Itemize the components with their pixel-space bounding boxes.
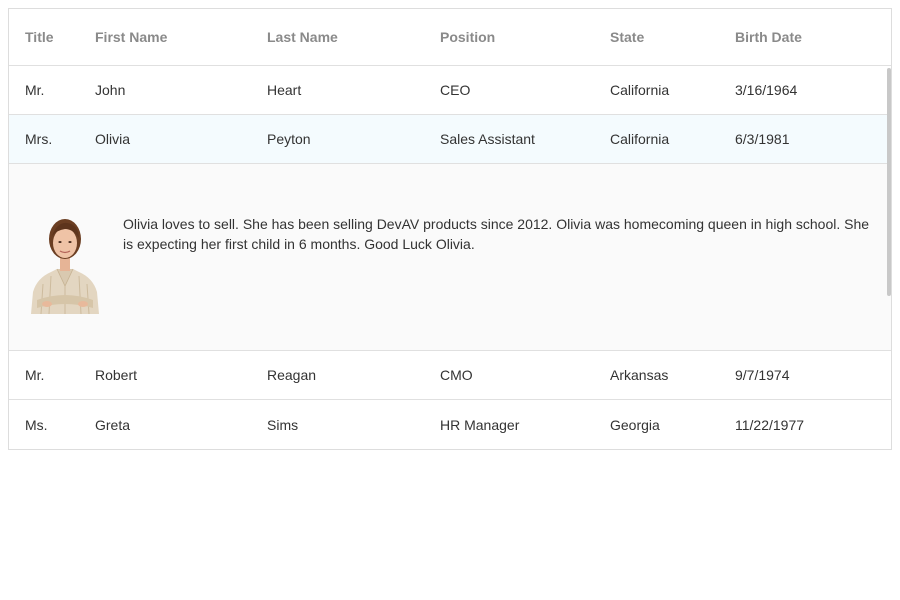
column-header-position[interactable]: Position [440,9,495,65]
employee-photo [27,214,103,314]
cell-position: CMO [440,367,473,383]
cell-title: Mr. [25,367,45,383]
employee-notes: Olivia loves to sell. She has been selli… [123,216,870,252]
cell-position: HR Manager [440,416,520,433]
cell-state: Arkansas [610,367,669,383]
cell-last-name: Reagan [267,367,317,383]
cell-birth-date: 6/3/1981 [735,131,790,147]
cell-birth-date: 3/16/1964 [735,82,798,98]
column-header-title[interactable]: Title [25,9,54,65]
grid-header-row: Title First Name Last Name Position Stat… [9,9,891,66]
cell-last-name: Sims [267,416,299,433]
cell-last-name: Peyton [267,131,311,147]
column-header-first-name[interactable]: First Name [95,9,167,65]
cell-position: Sales Assistant [440,131,535,147]
master-detail-row: Olivia loves to sell. She has been selli… [9,164,891,351]
column-header-last-name[interactable]: Last Name [267,9,338,65]
table-row[interactable]: Mr. Robert Reagan CMO Arkansas 9/7/1974 [9,351,891,400]
cell-title: Ms. [25,416,48,433]
column-header-state[interactable]: State [610,9,644,65]
column-header-birth-date[interactable]: Birth Date [735,9,802,65]
cell-state: California [610,131,670,147]
vertical-scrollbar[interactable] [887,68,891,296]
cell-last-name: Heart [267,82,302,98]
cell-first-name: John [95,82,126,98]
table-row-selected[interactable]: Mrs. Olivia Peyton Sales Assistant Calif… [9,115,891,164]
cell-first-name: Robert [95,367,138,383]
employee-data-grid: Title First Name Last Name Position Stat… [8,8,892,450]
cell-title: Mr. [25,82,45,98]
cell-position: CEO [440,82,471,98]
table-row[interactable]: Mr. John Heart CEO California 3/16/1964 [9,66,891,115]
cell-birth-date: 11/22/1977 [735,416,805,433]
cell-state: Georgia [610,416,660,433]
cell-title: Mrs. [25,131,53,147]
cell-first-name: Olivia [95,131,131,147]
table-row[interactable]: Ms. Greta Sims HR Manager Georgia 11/22/… [9,400,891,449]
cell-first-name: Greta [95,416,131,433]
cell-state: California [610,82,670,98]
cell-birth-date: 9/7/1974 [735,367,790,383]
